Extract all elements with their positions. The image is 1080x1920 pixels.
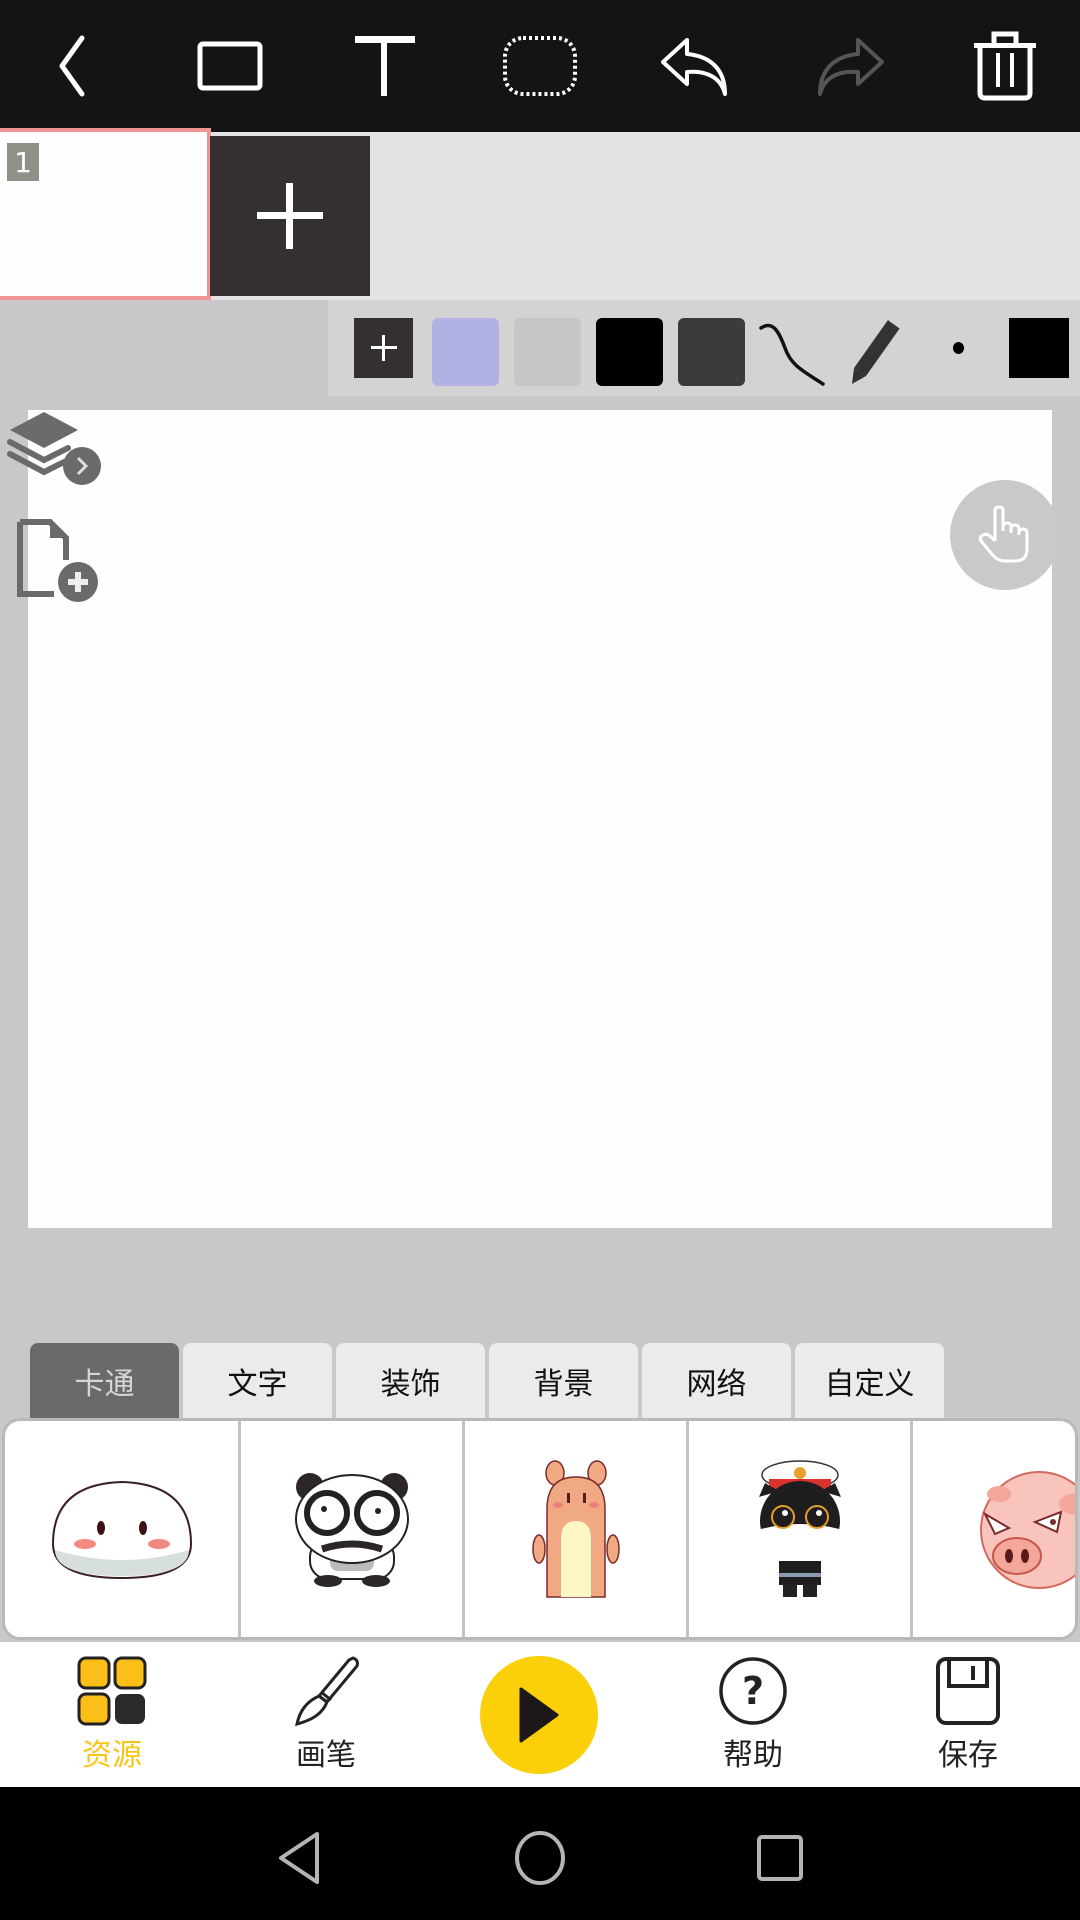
frames-strip: 1 bbox=[0, 128, 1080, 300]
system-recents-button[interactable] bbox=[745, 1823, 815, 1893]
plus-icon bbox=[370, 335, 397, 361]
play-button[interactable] bbox=[480, 1656, 598, 1774]
angry-pig-image bbox=[980, 1471, 1075, 1589]
nav-resources-label: 资源 bbox=[82, 1738, 142, 1773]
selection-tool-button[interactable] bbox=[500, 26, 580, 106]
brush-size-button[interactable] bbox=[938, 318, 978, 378]
system-home-button[interactable] bbox=[505, 1823, 575, 1893]
undo-button[interactable] bbox=[655, 26, 735, 106]
frame-number: 1 bbox=[7, 143, 39, 181]
sticker-angry-pig[interactable] bbox=[913, 1421, 1075, 1637]
tab-network[interactable]: 网络 bbox=[642, 1343, 791, 1419]
sticker-panda[interactable] bbox=[241, 1421, 465, 1637]
sticker-black-cat-police[interactable] bbox=[689, 1421, 913, 1637]
drawing-canvas[interactable] bbox=[28, 410, 1052, 1228]
nav-save[interactable]: 保存 bbox=[908, 1656, 1028, 1781]
triangle-back-icon bbox=[279, 1832, 319, 1884]
system-back-button[interactable] bbox=[265, 1823, 335, 1893]
mochi-blob-image bbox=[51, 1480, 192, 1580]
tab-cartoon[interactable]: 卡通 bbox=[30, 1343, 179, 1419]
panda-image bbox=[294, 1473, 409, 1587]
frame-thumbnail[interactable]: 1 bbox=[0, 128, 211, 300]
color-swatch[interactable] bbox=[678, 318, 745, 386]
bottom-navigation: 资源 画笔 ? 帮助 保存 bbox=[0, 1642, 1080, 1787]
color-swatch[interactable] bbox=[514, 318, 581, 386]
nav-brush[interactable]: 画笔 bbox=[266, 1656, 386, 1781]
brush-palette bbox=[328, 300, 1080, 396]
delete-icon bbox=[974, 31, 1036, 101]
nav-help[interactable]: ? 帮助 bbox=[693, 1656, 813, 1781]
nav-resources[interactable]: 资源 bbox=[52, 1656, 172, 1781]
redo-icon bbox=[818, 38, 884, 96]
layers-icon bbox=[7, 412, 101, 485]
tab-custom[interactable]: 自定义 bbox=[795, 1343, 944, 1419]
black-cat-police-image bbox=[758, 1460, 841, 1597]
add-page-button[interactable] bbox=[14, 516, 104, 610]
delete-button[interactable] bbox=[965, 26, 1045, 106]
stroke-curve-icon bbox=[759, 323, 825, 386]
svg-text:?: ? bbox=[742, 1669, 764, 1713]
nav-save-label: 保存 bbox=[938, 1738, 998, 1773]
dot-icon bbox=[952, 342, 964, 354]
sticker-category-tabs: 卡通 文字 装饰 背景 网络 自定义 bbox=[30, 1343, 948, 1419]
current-color-swatch[interactable] bbox=[1009, 318, 1069, 378]
nav-brush-label: 画笔 bbox=[296, 1738, 356, 1773]
sticker-pink-rabbit[interactable] bbox=[465, 1421, 689, 1637]
text-tool-icon bbox=[355, 36, 415, 96]
system-navigation-bar bbox=[0, 1787, 1080, 1920]
layers-button[interactable] bbox=[6, 408, 106, 492]
save-icon bbox=[936, 1657, 1000, 1725]
text-tool-button[interactable] bbox=[345, 26, 425, 106]
rectangle-tool-icon bbox=[197, 41, 263, 91]
pencil-icon bbox=[852, 318, 902, 384]
hand-pointer-icon bbox=[978, 505, 1029, 563]
redo-button[interactable] bbox=[810, 26, 890, 106]
resources-grid-icon bbox=[77, 1656, 147, 1726]
tab-background[interactable]: 背景 bbox=[489, 1343, 638, 1419]
color-swatch[interactable] bbox=[596, 318, 663, 386]
undo-icon bbox=[661, 38, 727, 96]
back-icon bbox=[59, 35, 85, 97]
help-icon: ? bbox=[719, 1657, 787, 1725]
sticker-strip[interactable] bbox=[2, 1418, 1078, 1640]
plus-icon bbox=[257, 183, 323, 249]
square-recents-icon bbox=[757, 1835, 803, 1881]
sticker-mochi-blob[interactable] bbox=[5, 1421, 241, 1637]
play-icon bbox=[519, 1687, 559, 1743]
back-button[interactable] bbox=[32, 26, 112, 106]
tab-decoration[interactable]: 装饰 bbox=[336, 1343, 485, 1419]
selection-tool-icon bbox=[503, 36, 577, 96]
pencil-button[interactable] bbox=[848, 318, 906, 386]
top-toolbar bbox=[0, 0, 1080, 132]
add-page-icon bbox=[17, 519, 98, 602]
stroke-style-button[interactable] bbox=[759, 318, 829, 386]
add-frame-button[interactable] bbox=[210, 136, 370, 296]
nav-help-label: 帮助 bbox=[723, 1738, 783, 1773]
pink-rabbit-image bbox=[531, 1460, 620, 1598]
tab-text[interactable]: 文字 bbox=[183, 1343, 332, 1419]
color-swatch[interactable] bbox=[432, 318, 499, 386]
hand-tool-button[interactable] bbox=[950, 480, 1060, 590]
add-color-button[interactable] bbox=[354, 318, 413, 378]
circle-home-icon bbox=[515, 1831, 565, 1885]
rectangle-tool-button[interactable] bbox=[190, 26, 270, 106]
brush-icon bbox=[295, 1656, 359, 1726]
